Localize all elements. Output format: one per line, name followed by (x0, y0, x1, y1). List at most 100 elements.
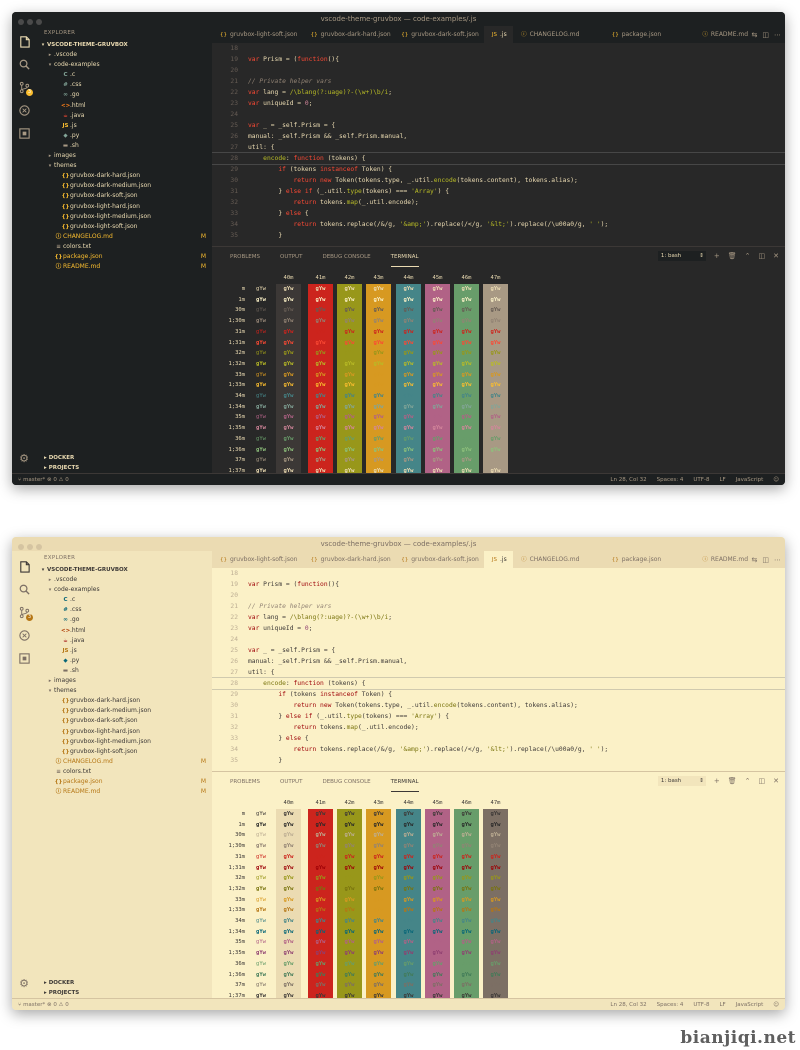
status-language[interactable]: JavaScript (736, 474, 764, 485)
tree-file[interactable]: ∞ .go (36, 90, 212, 100)
status-position[interactable]: Ln 28, Col 32 (610, 474, 646, 485)
split-icon[interactable]: ◫ (759, 252, 766, 260)
settings-button[interactable]: ⚙ (17, 976, 31, 990)
trash-icon[interactable]: 🗑 (728, 252, 737, 260)
tree-file[interactable]: ⓘ CHANGELOG.md M (36, 757, 212, 767)
split-icon[interactable]: ◫ (759, 777, 766, 785)
tree-file[interactable]: {}gruvbox-light-soft.json (36, 222, 212, 232)
terminal-shell-select[interactable]: 1: bash ⇕ (657, 776, 706, 786)
close-window-button[interactable] (18, 544, 24, 550)
tree-file[interactable]: {}gruvbox-dark-medium.json (36, 181, 212, 191)
minimize-window-button[interactable] (27, 19, 33, 25)
chevron-up-icon[interactable]: ⌃ (745, 777, 751, 785)
tree-file[interactable]: {}gruvbox-light-soft.json (36, 747, 212, 757)
tree-folder[interactable]: ▾ themes (36, 161, 212, 171)
tree-file[interactable]: {}gruvbox-light-medium.json (36, 212, 212, 222)
extensions-activity-button[interactable] (17, 126, 31, 140)
tab-gruvbox-light-soft-json[interactable]: {} gruvbox-light-soft.json (212, 551, 303, 568)
status-encoding[interactable]: UTF-8 (693, 474, 709, 485)
tree-file[interactable]: {}gruvbox-dark-hard.json (36, 171, 212, 181)
tree-file[interactable]: ☕ .java (36, 636, 212, 646)
open-changes-icon[interactable]: ⇆ (752, 556, 758, 564)
tree-folder[interactable]: ▾ code-examples (36, 585, 212, 595)
docker-section[interactable]: ▸ DOCKER (36, 453, 212, 463)
tree-file[interactable]: {}gruvbox-light-medium.json (36, 737, 212, 747)
status-encoding[interactable]: UTF-8 (693, 999, 709, 1010)
code-editor[interactable]: 18 19 var Prism = (function(){20 21// Priva… (212, 43, 785, 246)
add-terminal-icon[interactable]: + (714, 777, 720, 785)
status-spaces[interactable]: Spaces: 4 (657, 999, 684, 1010)
projects-section[interactable]: ▸ PROJECTS (36, 463, 212, 473)
tree-file[interactable]: C .c (36, 595, 212, 605)
smiley-feedback-icon[interactable]: ☺ (773, 999, 779, 1010)
source-control-activity-button[interactable]: 3 (17, 605, 33, 621)
branch-status[interactable]: ⑂ master* (18, 477, 45, 483)
explorer-root[interactable]: ▾ VSCODE-THEME-GRUVBOX (36, 40, 212, 50)
problems-status[interactable]: ⊗ 0 ⚠ 0 (47, 477, 69, 483)
code-editor[interactable]: 18 19 var Prism = (function(){20 21// Priva… (212, 568, 785, 771)
tree-file[interactable]: ⓘ README.md M (36, 787, 212, 797)
tree-file[interactable]: <>.html (36, 626, 212, 636)
split-editor-button[interactable]: ◫ (762, 31, 769, 39)
tree-file[interactable]: {}gruvbox-dark-medium.json (36, 706, 212, 716)
source-control-activity-button[interactable]: 3 (17, 80, 33, 96)
panel-tab-terminal[interactable]: TERMINAL (390, 247, 419, 267)
panel-tab-output[interactable]: OUTPUT (280, 772, 302, 792)
zoom-window-button[interactable] (36, 544, 42, 550)
terminal-shell-select[interactable]: 1: bash ⇕ (657, 251, 706, 261)
status-eol[interactable]: LF (719, 999, 725, 1010)
panel-tab-problems[interactable]: PROBLEMS (230, 247, 260, 267)
panel-tab-output[interactable]: OUTPUT (280, 247, 302, 267)
tree-file[interactable]: {}package.json M (36, 777, 212, 787)
tree-file[interactable]: # .css (36, 80, 212, 90)
files-activity-button[interactable] (17, 559, 31, 573)
tree-file[interactable]: C .c (36, 70, 212, 80)
tab-gruvbox-dark-hard-json[interactable]: {} gruvbox-dark-hard.json (302, 551, 394, 568)
tree-file[interactable]: ∞ .go (36, 615, 212, 625)
tree-file[interactable]: ☕ .java (36, 111, 212, 121)
tree-folder[interactable]: ▸ images (36, 151, 212, 161)
tab-package-json[interactable]: {} package.json (603, 551, 695, 568)
tab-gruvbox-light-soft-json[interactable]: {} gruvbox-light-soft.json (212, 26, 303, 43)
panel-tab-debug-console[interactable]: DEBUG CONSOLE (322, 772, 370, 792)
files-activity-button[interactable] (17, 34, 31, 48)
tab-package-json[interactable]: {} package.json (603, 26, 695, 43)
status-language[interactable]: JavaScript (736, 999, 764, 1010)
tab-gruvbox-dark-hard-json[interactable]: {} gruvbox-dark-hard.json (302, 26, 394, 43)
tree-folder[interactable]: ▾ code-examples (36, 60, 212, 70)
close-window-button[interactable] (18, 19, 24, 25)
tree-file[interactable]: JS .js (36, 646, 212, 656)
tree-file[interactable]: ≡ colors.txt (36, 767, 212, 777)
panel-tab-terminal[interactable]: TERMINAL (390, 772, 419, 792)
tree-file[interactable]: {}package.json M (36, 252, 212, 262)
branch-status[interactable]: ⑂ master* (18, 1002, 45, 1008)
tree-folder[interactable]: ▸ images (36, 676, 212, 686)
close-icon[interactable]: ✕ (773, 252, 779, 260)
tree-file[interactable]: {}gruvbox-dark-soft.json (36, 191, 212, 201)
tree-folder[interactable]: ▾ themes (36, 686, 212, 696)
chevron-up-icon[interactable]: ⌃ (745, 252, 751, 260)
split-editor-button[interactable]: ◫ (762, 556, 769, 564)
minimize-window-button[interactable] (27, 544, 33, 550)
search-activity-button[interactable] (17, 582, 31, 596)
tree-file[interactable]: ≡ colors.txt (36, 242, 212, 252)
debug-activity-button[interactable] (17, 103, 31, 117)
debug-activity-button[interactable] (17, 628, 31, 642)
docker-section[interactable]: ▸ DOCKER (36, 978, 212, 988)
tree-file[interactable]: {}gruvbox-light-hard.json (36, 727, 212, 737)
tree-file[interactable]: {}gruvbox-dark-hard.json (36, 696, 212, 706)
settings-button[interactable]: ⚙ (17, 451, 31, 465)
problems-status[interactable]: ⊗ 0 ⚠ 0 (47, 1002, 69, 1008)
tree-file[interactable]: ▬ .sh (36, 666, 212, 676)
tab--js[interactable]: JS .js (483, 26, 514, 43)
search-activity-button[interactable] (17, 57, 31, 71)
tree-file[interactable]: # .css (36, 605, 212, 615)
extensions-activity-button[interactable] (17, 651, 31, 665)
explorer-root[interactable]: ▾ VSCODE-THEME-GRUVBOX (36, 565, 212, 575)
trash-icon[interactable]: 🗑 (728, 777, 737, 785)
tab-gruvbox-dark-soft-json[interactable]: {} gruvbox-dark-soft.json (393, 26, 484, 43)
tab-changelog-md[interactable]: ⓘ CHANGELOG.md (513, 26, 604, 43)
more-actions-button[interactable]: ⋯ (774, 31, 781, 39)
tab-gruvbox-dark-soft-json[interactable]: {} gruvbox-dark-soft.json (393, 551, 484, 568)
terminal[interactable]: 40m 41m 42m 43m 44m 45m 46m 47m m gYw gYw gYw gYw gYw… (212, 273, 785, 477)
